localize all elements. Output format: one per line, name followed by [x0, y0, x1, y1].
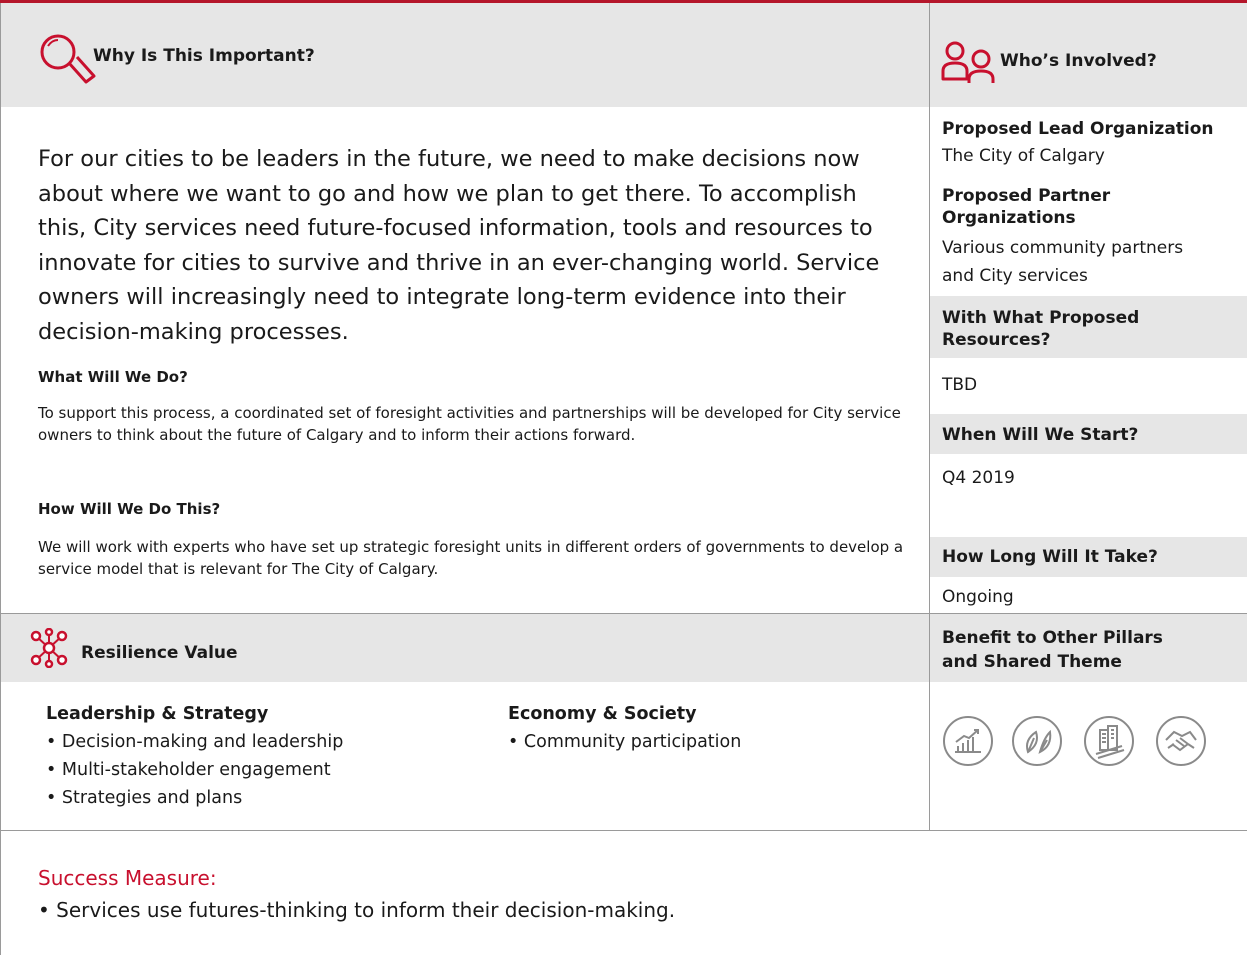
magnifier-icon: [38, 34, 100, 90]
duration-value: Ongoing: [942, 587, 1014, 607]
success-label: Success Measure:: [38, 866, 217, 890]
city-buildings-icon: [1084, 716, 1134, 766]
importance-title: Why Is This Important?: [93, 46, 315, 66]
partner-label-line1: Proposed Partner: [942, 186, 1111, 206]
list-item: Community participation: [508, 728, 741, 756]
list-item: Multi-stakeholder engagement: [46, 756, 343, 784]
column-divider: [929, 3, 930, 830]
start-value: Q4 2019: [942, 468, 1015, 488]
economy-heading: Economy & Society: [508, 704, 697, 724]
list-item: Decision-making and leadership: [46, 728, 343, 756]
partner-label-line2: Organizations: [942, 208, 1076, 228]
how-text: We will work with experts who have set u…: [38, 538, 904, 578]
involved-title: Who’s Involved?: [1000, 51, 1157, 71]
leadership-heading: Leadership & Strategy: [46, 704, 269, 724]
lead-label: Proposed Lead Organization: [942, 119, 1214, 139]
duration-label: How Long Will It Take?: [942, 547, 1158, 567]
success-text: • Services use futures-thinking to infor…: [38, 898, 676, 922]
how-heading: How Will We Do This?: [38, 500, 221, 518]
resources-label-line2: Resources?: [942, 330, 1051, 350]
partner-value-line1: Various community partners: [942, 238, 1184, 258]
growth-chart-icon: [943, 716, 993, 766]
handshake-icon: [1156, 716, 1206, 766]
bottom-separator: [1, 830, 1247, 831]
what-text: To support this process, a coordinated s…: [38, 404, 901, 444]
economy-list: Community participation: [508, 728, 741, 756]
resources-label-line1: With What Proposed: [942, 308, 1140, 328]
leaves-icon: [1012, 716, 1062, 766]
start-label: When Will We Start?: [942, 425, 1139, 445]
resilience-title: Resilience Value: [81, 643, 238, 663]
resources-value: TBD: [942, 375, 978, 395]
importance-intro: For our cities to be leaders in the futu…: [38, 146, 880, 345]
partner-value-line2: and City services: [942, 266, 1088, 286]
benefit-title-line2: and Shared Theme: [942, 652, 1122, 672]
people-icon: [941, 41, 997, 85]
network-icon: [24, 627, 74, 669]
list-item: Strategies and plans: [46, 784, 343, 812]
benefit-title-line1: Benefit to Other Pillars: [942, 628, 1163, 648]
leadership-list: Decision-making and leadership Multi-sta…: [46, 728, 343, 812]
left-border: [0, 3, 1, 955]
what-heading: What Will We Do?: [38, 368, 188, 386]
lead-value: The City of Calgary: [942, 146, 1105, 166]
